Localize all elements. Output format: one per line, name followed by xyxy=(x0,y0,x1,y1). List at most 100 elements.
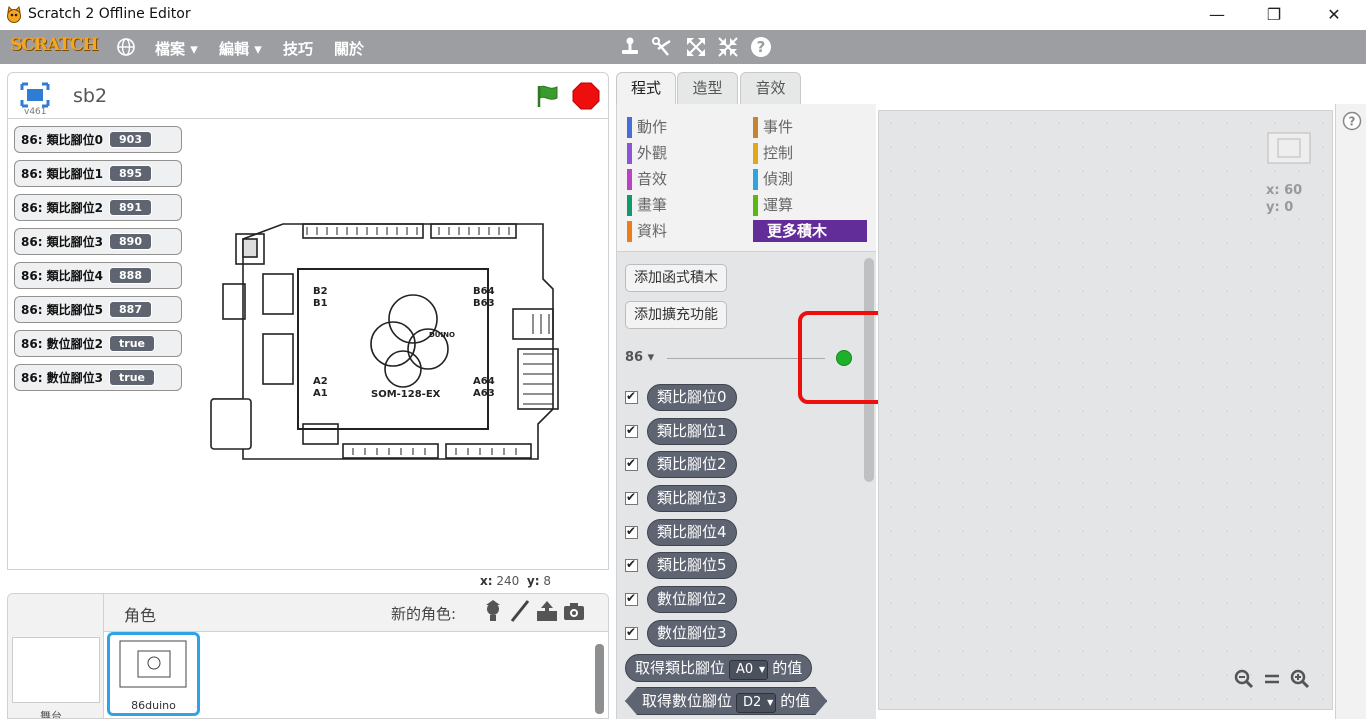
category-more-blocks[interactable]: 更多積木 xyxy=(753,220,867,242)
maximize-button[interactable]: ❐ xyxy=(1244,0,1304,30)
variable-monitor[interactable]: 86: 類比腳位4 888 xyxy=(14,262,182,289)
category-events[interactable]: 事件 xyxy=(753,116,793,138)
sprite-list-header: 角色 新的角色: xyxy=(104,594,608,632)
menu-file[interactable]: 檔案 ▾ xyxy=(155,38,198,59)
scripts-area[interactable]: x: 60 y: 0 xyxy=(878,110,1333,710)
variable-monitor[interactable]: 86: 數位腳位2 true xyxy=(14,330,182,357)
digital-pin-dropdown[interactable]: D2 xyxy=(736,693,776,713)
monitor-checkbox[interactable] xyxy=(625,557,638,572)
reporter-block[interactable]: 類比腳位5 xyxy=(647,552,737,579)
monitor-checkbox[interactable] xyxy=(625,524,638,539)
delete-scissors-icon[interactable] xyxy=(650,35,674,59)
stage-thumbnail[interactable] xyxy=(12,637,100,703)
stage-header: v461 sb2 xyxy=(7,72,609,118)
variable-monitor[interactable]: 86: 類比腳位5 887 xyxy=(14,296,182,323)
project-name-input[interactable]: sb2 xyxy=(73,85,107,107)
reporter-block[interactable]: 數位腳位3 xyxy=(647,620,737,647)
paint-brush-icon[interactable] xyxy=(508,599,532,623)
category-selector: 動作 事件 外觀 控制 音效 偵測 畫筆 運算 資料 更多積木 xyxy=(617,104,876,252)
variable-monitor[interactable]: 86: 類比腳位0 903 xyxy=(14,126,182,153)
help-question-icon[interactable]: ? xyxy=(749,35,773,59)
menu-edit[interactable]: 編輯 ▾ xyxy=(219,38,262,59)
tab-scripts[interactable]: 程式 xyxy=(616,72,676,105)
stage-label: 舞台 xyxy=(40,710,62,719)
monitor-checkbox[interactable] xyxy=(625,389,638,404)
monitor-checkbox[interactable] xyxy=(625,423,638,438)
fullscreen-icon[interactable] xyxy=(20,82,50,108)
help-icon[interactable]: ? xyxy=(1342,111,1362,131)
variable-monitor[interactable]: 86: 類比腳位2 891 xyxy=(14,194,182,221)
reporter-block[interactable]: 類比腳位2 xyxy=(647,451,737,478)
sprite-list-scrollbar[interactable] xyxy=(594,634,605,714)
category-motion[interactable]: 動作 xyxy=(627,116,667,138)
pin-label: B64 xyxy=(473,286,495,297)
scratch-logo[interactable]: SCRATCH xyxy=(10,35,98,59)
sprite-name: 86duino xyxy=(131,699,176,712)
tab-sounds[interactable]: 音效 xyxy=(740,72,801,104)
read-analog-block[interactable]: 取得類比腳位A0的值 xyxy=(625,654,813,682)
category-data[interactable]: 資料 xyxy=(627,220,667,242)
pin-label: B63 xyxy=(473,298,495,309)
menu-about[interactable]: 關於 xyxy=(334,38,364,59)
pin-label: A63 xyxy=(473,388,495,399)
reporter-block[interactable]: 類比腳位0 xyxy=(647,384,737,411)
add-block-button[interactable]: 添加函式積木 xyxy=(625,264,727,292)
zoom-out-icon[interactable] xyxy=(1233,668,1255,690)
extension-menu[interactable]: 86 ▾ xyxy=(625,350,654,365)
reporter-block[interactable]: 數位腳位2 xyxy=(647,586,737,613)
category-control[interactable]: 控制 xyxy=(753,142,793,164)
grow-icon[interactable] xyxy=(684,35,708,59)
stage[interactable]: 86: 類比腳位0 903 86: 類比腳位1 895 86: 類比腳位2 89… xyxy=(7,118,609,570)
pin-label: B2 xyxy=(313,286,328,297)
stop-sign-icon[interactable] xyxy=(572,82,600,110)
choose-sprite-icon[interactable] xyxy=(481,599,505,623)
category-looks[interactable]: 外觀 xyxy=(627,142,667,164)
variable-monitor[interactable]: 86: 類比腳位1 895 xyxy=(14,160,182,187)
monitor-checkbox[interactable] xyxy=(625,456,638,471)
stage-selector[interactable]: 舞台 xyxy=(8,594,104,719)
version-label: v461 xyxy=(24,107,47,117)
shrink-icon[interactable] xyxy=(716,35,740,59)
monitor-checkbox[interactable] xyxy=(625,591,638,606)
tab-costumes[interactable]: 造型 xyxy=(677,72,738,104)
monitor-checkbox[interactable] xyxy=(625,490,638,505)
reporter-block[interactable]: 類比腳位4 xyxy=(647,519,737,546)
add-extension-button[interactable]: 添加擴充功能 xyxy=(625,301,727,329)
variable-monitor[interactable]: 86: 類比腳位3 890 xyxy=(14,228,182,255)
close-button[interactable]: ✕ xyxy=(1304,0,1364,30)
sprite-thumbnail-image xyxy=(119,640,187,688)
camera-icon[interactable] xyxy=(562,599,586,623)
menu-tips[interactable]: 技巧 xyxy=(283,38,313,59)
category-sensing[interactable]: 偵測 xyxy=(753,168,793,190)
pin-label: A1 xyxy=(313,388,328,399)
green-flag-icon[interactable] xyxy=(533,82,561,110)
category-operators[interactable]: 運算 xyxy=(753,194,793,216)
reporter-block[interactable]: 類比腳位3 xyxy=(647,485,737,512)
menu-bar: SCRATCH 檔案 ▾ 編輯 ▾ 技巧 關於 ? xyxy=(0,30,1366,64)
new-sprite-label: 新的角色: xyxy=(391,605,457,623)
sprites-title: 角色 xyxy=(124,606,157,625)
reporter-block[interactable]: 類比腳位1 xyxy=(647,418,737,445)
upload-sprite-icon[interactable] xyxy=(535,599,559,623)
analog-pin-dropdown[interactable]: A0 xyxy=(729,660,769,680)
variable-monitor[interactable]: 86: 數位腳位3 true xyxy=(14,364,182,391)
pin-label: B1 xyxy=(313,298,328,309)
read-digital-block[interactable]: 取得數位腳位D2的值 xyxy=(625,687,827,715)
category-pen[interactable]: 畫筆 xyxy=(627,194,667,216)
pin-label: A2 xyxy=(313,376,328,387)
zoom-in-icon[interactable] xyxy=(1289,668,1311,690)
duplicate-stamp-icon[interactable] xyxy=(618,35,642,59)
chip-label: SOM-128-EX xyxy=(371,389,441,400)
board-sprite[interactable]: B2 B1 B64 B63 A2 A1 A64 A63 SOM-128-EX D… xyxy=(203,219,563,469)
sprite-x: x: 60 xyxy=(1266,183,1303,198)
block-palette: 動作 事件 外觀 控制 音效 偵測 畫筆 運算 資料 更多積木 添加函式積木 添… xyxy=(616,104,876,719)
zoom-reset-icon[interactable] xyxy=(1261,668,1283,690)
sprite-thumbnail[interactable]: 86duino xyxy=(107,632,200,716)
category-sound[interactable]: 音效 xyxy=(627,168,667,190)
help-column: ? xyxy=(1335,104,1366,719)
scratch-cat-icon xyxy=(7,6,21,23)
minimize-button[interactable]: — xyxy=(1187,0,1247,30)
globe-icon[interactable] xyxy=(116,37,136,57)
board-logo-text: DUINO xyxy=(429,331,455,339)
monitor-checkbox[interactable] xyxy=(625,625,638,640)
